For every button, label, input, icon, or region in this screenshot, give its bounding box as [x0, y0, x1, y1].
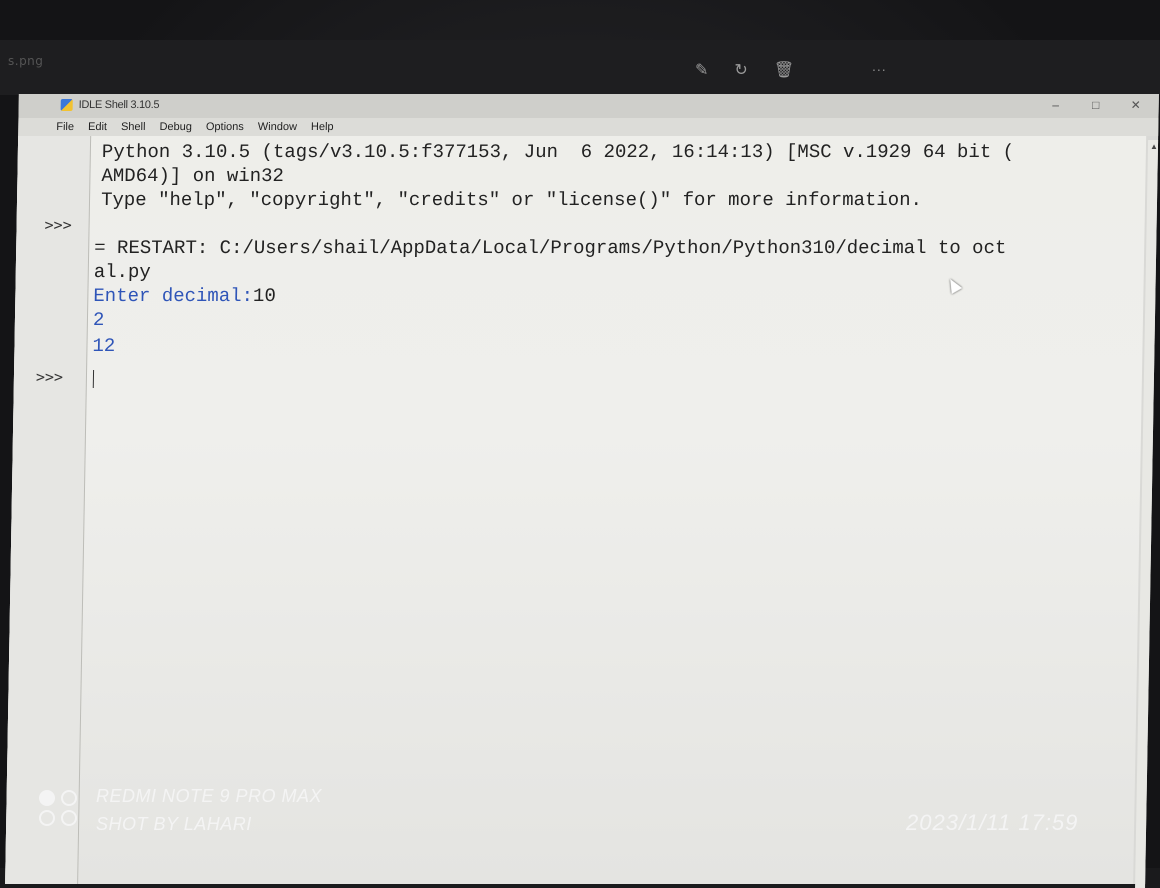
title-bar: IDLE Shell 3.10.5 – □ ✕: [18, 94, 1159, 118]
viewer-filename: s.png: [8, 54, 44, 68]
photo-viewer-toolbar: s.png ✎ ↻ 🗑 ...: [0, 40, 1160, 95]
viewer-icon-group: ✎ ↻ 🗑: [695, 60, 794, 80]
rotate-icon[interactable]: ↻: [734, 60, 747, 80]
more-options-icon[interactable]: ...: [872, 58, 887, 74]
restart-line: = RESTART: C:/Users/shail/AppData/Local/…: [94, 237, 1007, 259]
menu-shell[interactable]: Shell: [121, 118, 146, 136]
input-prompt: Enter decimal:: [93, 285, 254, 307]
menu-file[interactable]: File: [56, 118, 74, 136]
menu-window[interactable]: Window: [258, 118, 297, 136]
input-line: Enter decimal:10: [93, 284, 276, 308]
python-idle-icon: [60, 99, 73, 111]
output-line: 12: [92, 335, 116, 357]
scroll-up-arrow-icon[interactable]: ▲: [1150, 142, 1158, 151]
menu-debug[interactable]: Debug: [159, 118, 192, 136]
prompt-gutter: >>> >>>: [5, 136, 92, 884]
restart-line: al.py: [93, 261, 151, 283]
photo-credit: SHOT BY LAHARI: [96, 814, 252, 834]
output-line: 2: [92, 309, 105, 331]
shell-prompt: >>>: [44, 216, 72, 234]
text-cursor: [92, 370, 95, 388]
menu-help[interactable]: Help: [311, 118, 334, 136]
device-name: REDMI NOTE 9 PRO MAX: [96, 786, 323, 806]
input-value: 10: [252, 285, 277, 307]
shell-text-area[interactable]: >>> >>> Python 3.10.5 (tags/v3.10.5:f377…: [5, 136, 1159, 888]
menu-options[interactable]: Options: [206, 118, 244, 136]
banner-line: Python 3.10.5 (tags/v3.10.5:f377153, Jun…: [101, 141, 1015, 163]
photo-timestamp: 2023/1/11 17:59: [906, 810, 1079, 835]
banner-line: AMD64)] on win32: [101, 165, 285, 187]
menu-bar: File Edit Shell Debug Options Window Hel…: [18, 118, 1159, 136]
window-controls: – □ ✕: [1049, 98, 1143, 112]
window-title: IDLE Shell 3.10.5: [78, 99, 160, 111]
camera-lens-logo-icon: [39, 790, 77, 826]
mouse-pointer-icon: [944, 275, 963, 295]
idle-shell-window: IDLE Shell 3.10.5 – □ ✕ File Edit Shell …: [5, 94, 1159, 888]
minimize-button[interactable]: –: [1049, 98, 1063, 112]
delete-icon[interactable]: 🗑: [774, 60, 794, 80]
maximize-button[interactable]: □: [1089, 98, 1103, 112]
banner-line: Type "help", "copyright", "credits" or "…: [100, 189, 923, 211]
edit-icon[interactable]: ✎: [695, 60, 708, 80]
menu-edit[interactable]: Edit: [88, 118, 107, 136]
close-button[interactable]: ✕: [1129, 98, 1143, 112]
shell-prompt: >>>: [35, 368, 64, 386]
